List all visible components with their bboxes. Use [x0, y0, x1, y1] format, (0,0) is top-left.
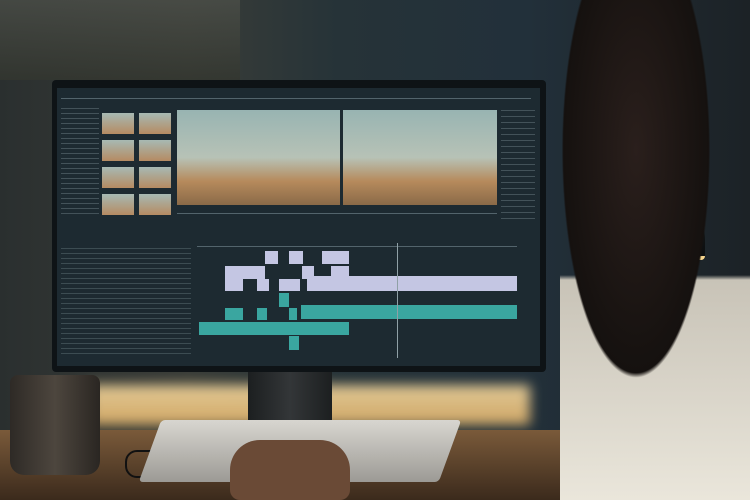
video-clip[interactable] [265, 251, 278, 264]
program-monitor[interactable] [343, 110, 497, 205]
audio-clip[interactable] [289, 336, 299, 350]
audio-clip[interactable] [301, 305, 517, 319]
effects-panel [501, 110, 535, 220]
media-thumbnail[interactable] [139, 113, 171, 134]
video-clip[interactable] [307, 276, 517, 291]
audio-clip[interactable] [289, 308, 297, 320]
timeline-ruler[interactable] [197, 246, 517, 247]
video-editor-screen [57, 88, 540, 366]
project-panel [61, 108, 99, 218]
media-thumbnail[interactable] [102, 167, 134, 188]
menu-bar [61, 98, 531, 99]
media-thumbnail[interactable] [102, 140, 134, 161]
source-monitor[interactable] [177, 110, 340, 205]
media-thumbnail[interactable] [139, 167, 171, 188]
audio-clip[interactable] [257, 308, 267, 320]
video-clip[interactable] [322, 251, 349, 264]
video-clip[interactable] [225, 279, 243, 291]
media-thumbnail[interactable] [102, 194, 134, 215]
timeline-track-headers [61, 248, 191, 358]
video-clip[interactable] [279, 279, 300, 291]
video-clip[interactable] [289, 251, 303, 264]
coffee-mug [10, 375, 100, 475]
playback-controls[interactable] [177, 213, 497, 214]
media-thumbnail[interactable] [139, 194, 171, 215]
person-editor [560, 0, 750, 500]
video-clip[interactable] [225, 266, 265, 279]
window-blinds [0, 0, 240, 80]
media-thumbnail[interactable] [102, 113, 134, 134]
video-clip[interactable] [257, 279, 269, 291]
hand [230, 440, 350, 500]
media-thumbnail[interactable] [139, 140, 171, 161]
audio-clip[interactable] [279, 293, 289, 307]
audio-clip[interactable] [225, 308, 243, 320]
playhead[interactable] [397, 243, 398, 358]
audio-clip[interactable] [199, 322, 349, 335]
